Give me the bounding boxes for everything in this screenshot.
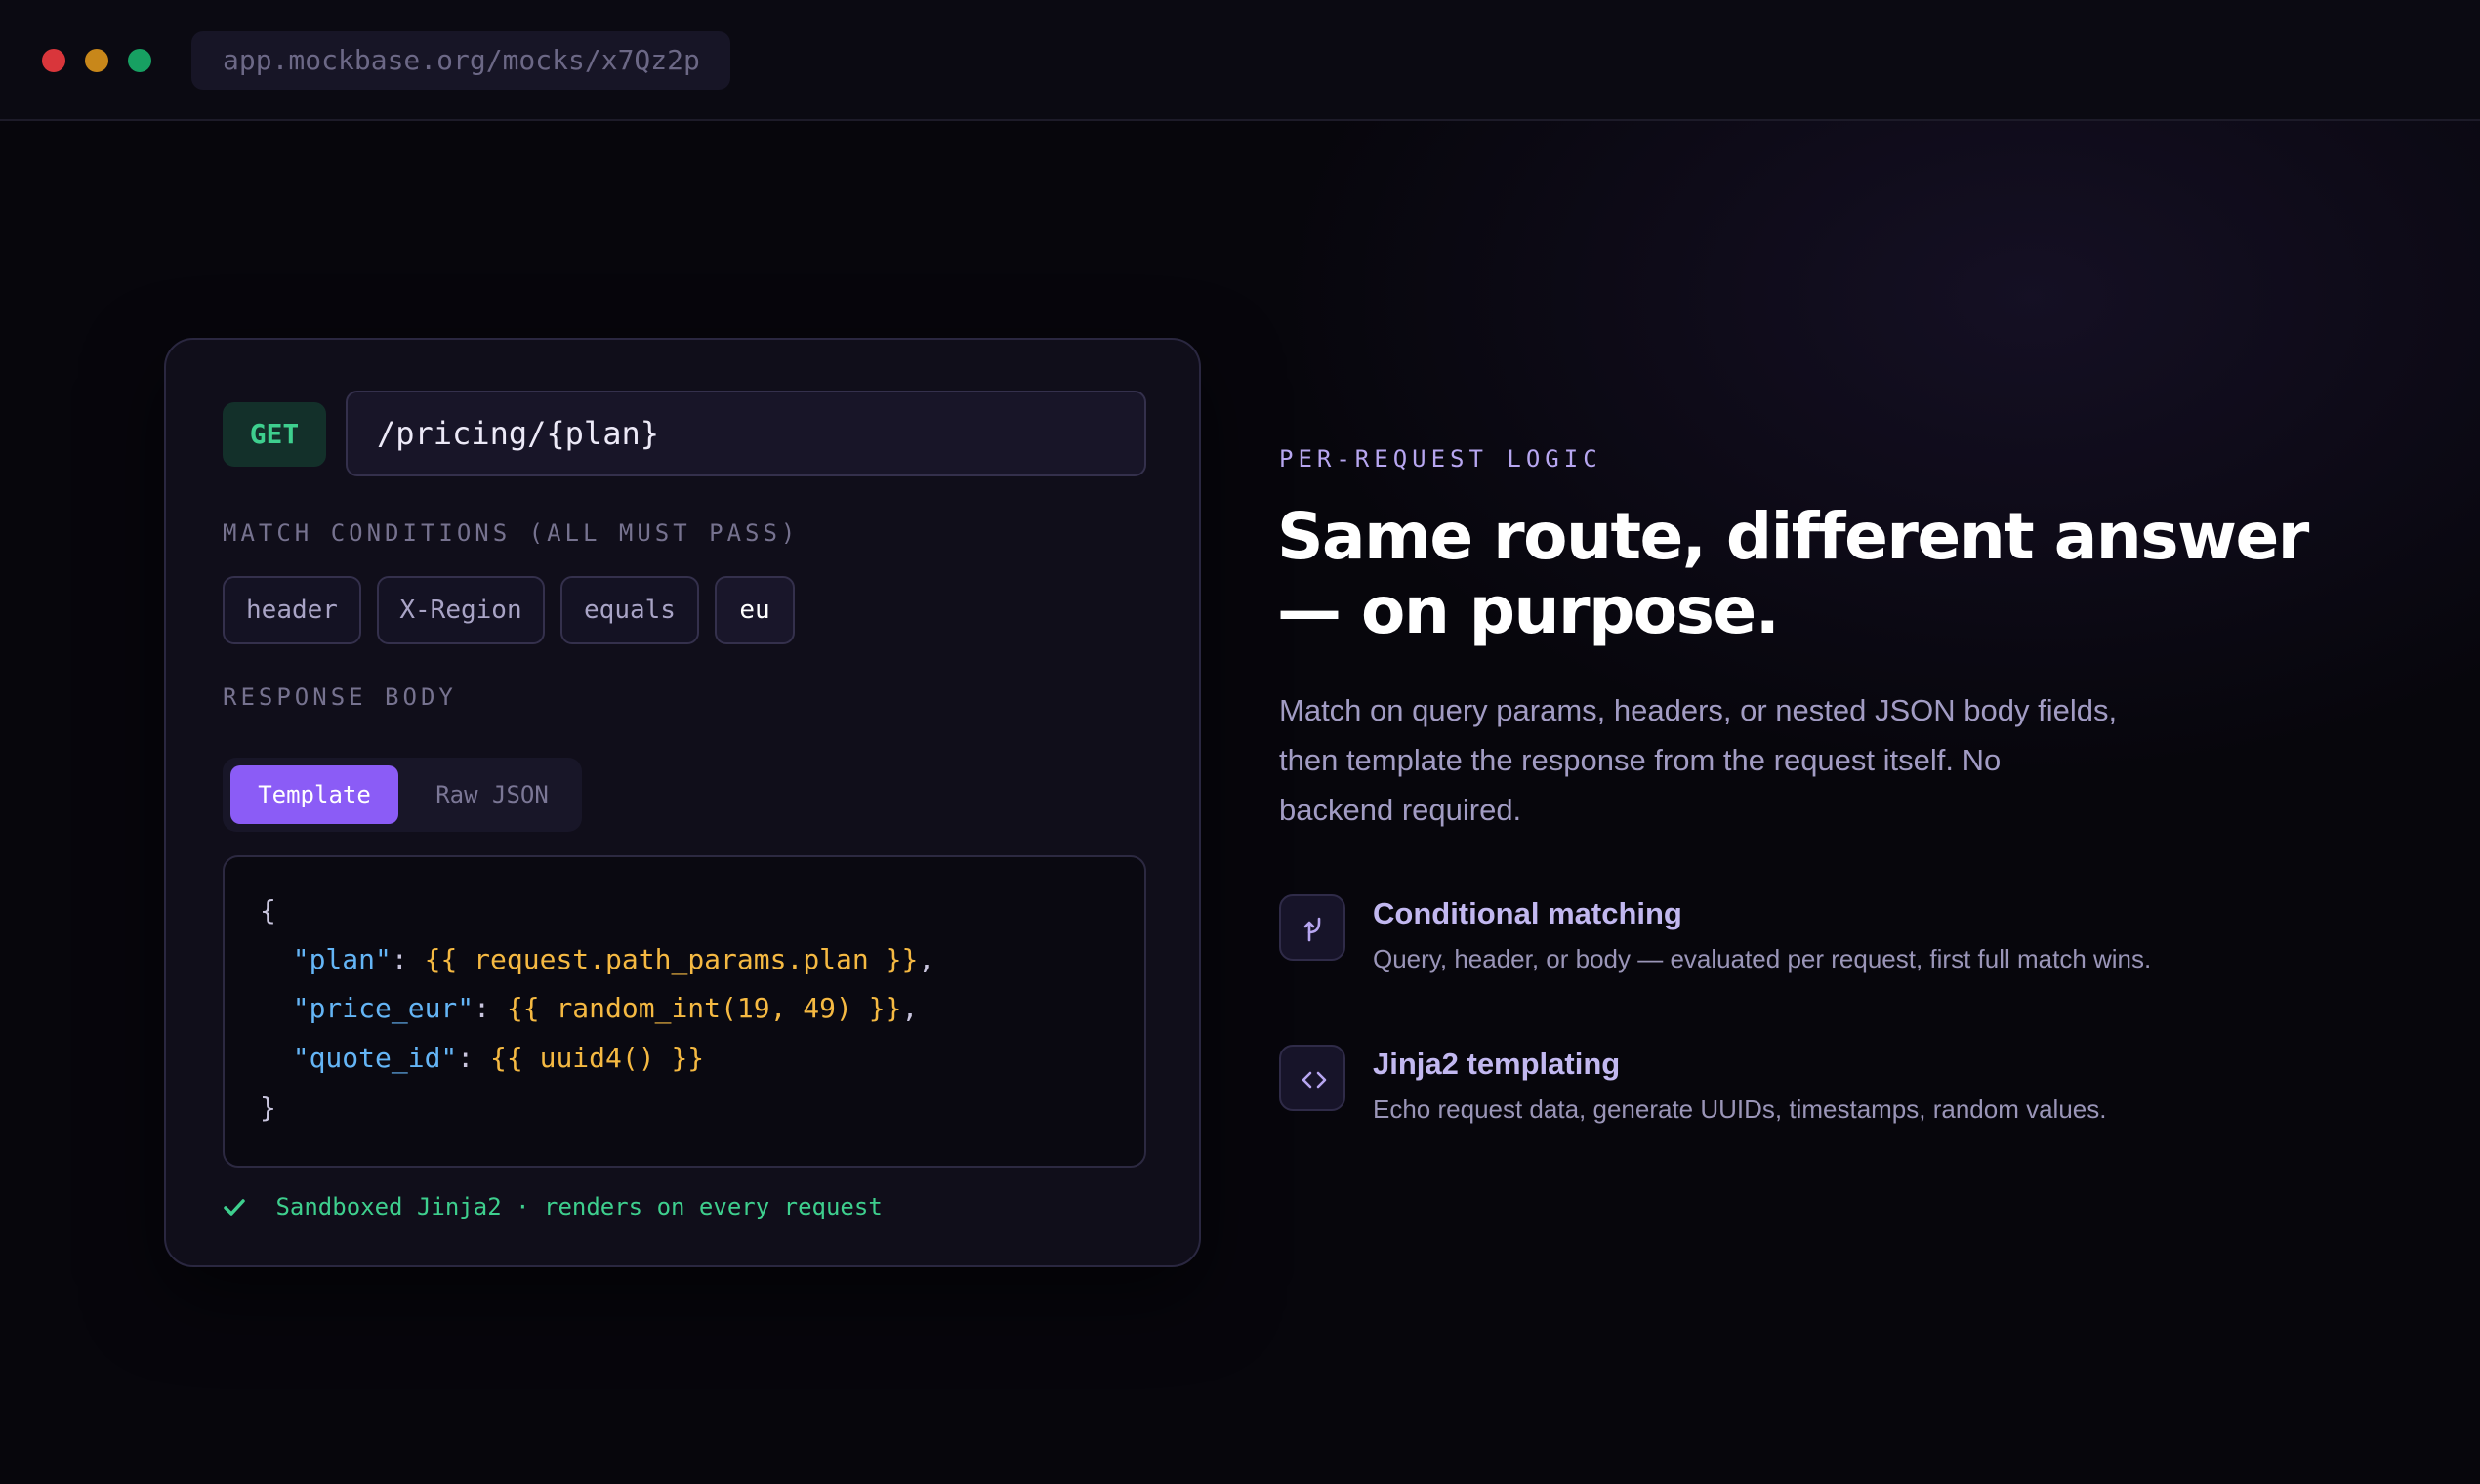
maximize-window-button[interactable] — [128, 49, 151, 72]
http-method-badge[interactable]: GET — [223, 402, 326, 467]
check-icon — [223, 1187, 248, 1226]
address-bar[interactable]: app.mockbase.org/mocks/x7Qz2p — [191, 31, 730, 90]
sandbox-note-text: Sandboxed Jinja2 · renders on every requ… — [275, 1193, 883, 1220]
condition-operator-chip[interactable]: equals — [560, 576, 699, 644]
section-eyebrow: PER-REQUEST LOGIC — [1279, 445, 1602, 473]
template-expression: {{ random_int(19, 49) }} — [506, 992, 902, 1024]
json-key: "plan" — [292, 943, 392, 975]
response-mode-toggle: Template Raw JSON — [223, 758, 582, 832]
json-key: "quote_id" — [292, 1042, 458, 1074]
branch-icon — [1279, 894, 1345, 961]
condition-value-chip[interactable]: eu — [715, 576, 795, 644]
sandbox-note: Sandboxed Jinja2 · renders on every requ… — [223, 1187, 883, 1226]
json-key: "price_eur" — [292, 992, 475, 1024]
code-line: "price_eur": {{ random_int(19, 49) }}, — [292, 992, 919, 1024]
code-close-brace: } — [260, 1092, 276, 1124]
mock-editor-card: GET /pricing/{plan} MATCH CONDITIONS (AL… — [164, 338, 1201, 1267]
feature-title-conditional-matching: Conditional matching — [1373, 896, 1682, 930]
response-template-editor[interactable]: { "plan": {{ request.path_params.plan }}… — [223, 855, 1146, 1168]
match-conditions-label: MATCH CONDITIONS (ALL MUST PASS) — [223, 519, 800, 547]
code-line: "quote_id": {{ uuid4() }} — [292, 1042, 705, 1074]
code-open-brace: { — [260, 894, 276, 927]
close-window-button[interactable] — [42, 49, 65, 72]
code-line: "plan": {{ request.path_params.plan }}, — [292, 943, 935, 975]
route-path-input[interactable]: /pricing/{plan} — [346, 391, 1146, 476]
template-expression: {{ request.path_params.plan }} — [424, 943, 919, 975]
headline-line-1: Same route, different answer — [1277, 499, 2309, 574]
section-lead-paragraph: Match on query params, headers, or neste… — [1279, 693, 2118, 827]
feature-title-jinja2-templating: Jinja2 templating — [1373, 1047, 1621, 1081]
browser-toolbar: app.mockbase.org/mocks/x7Qz2p — [0, 0, 2480, 121]
condition-source-chip[interactable]: header — [223, 576, 361, 644]
feature-desc-jinja2-templating: Echo request data, generate UUIDs, times… — [1373, 1094, 2107, 1124]
minimize-window-button[interactable] — [85, 49, 108, 72]
section-headline: Same route, different answer — on purpos… — [1277, 500, 2312, 648]
tab-template[interactable]: Template — [230, 765, 398, 824]
tab-raw-json[interactable]: Raw JSON — [414, 765, 570, 824]
headline-line-2: — on purpose. — [1277, 573, 1780, 648]
template-expression: {{ uuid4() }} — [490, 1042, 705, 1074]
feature-desc-conditional-matching: Query, header, or body — evaluated per r… — [1373, 944, 2152, 973]
condition-field-chip[interactable]: X-Region — [377, 576, 545, 644]
code-icon — [1279, 1045, 1345, 1111]
response-body-label: RESPONSE BODY — [223, 683, 457, 711]
